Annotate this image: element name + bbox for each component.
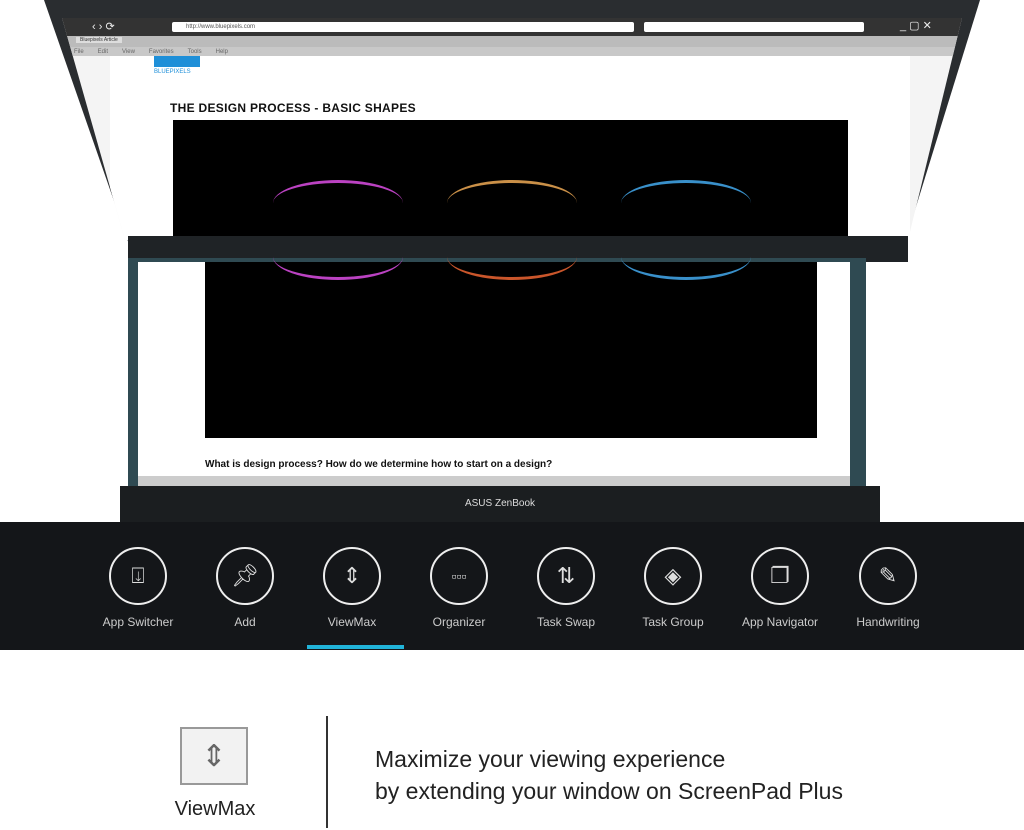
article-image-extended (205, 262, 817, 438)
task-swap-icon: ⇅ (537, 547, 595, 605)
bubble-orange-lower (447, 234, 577, 280)
tab-bar: Bluepixels Article (62, 36, 962, 47)
scroll-bar[interactable] (138, 476, 850, 486)
feature-add[interactable]: 📌︎ Add (190, 547, 300, 629)
screenpad-plus: What is design process? How do we determ… (128, 258, 866, 490)
feature-bar: ⍗ App Switcher 📌︎ Add ⇕ ViewMax ▫▫▫ Organize… (0, 522, 1024, 650)
pin-icon: 📌︎ (216, 547, 274, 605)
bubble-blue-lower (621, 234, 751, 280)
laptop-base: ASUS ZenBook (120, 486, 880, 526)
url-input[interactable]: http://www.bluepixels.com (172, 22, 634, 32)
menu-help[interactable]: Help (216, 49, 228, 55)
viewmax-large-icon: ⇕ (180, 727, 248, 785)
bubble-blue (621, 180, 751, 226)
search-input[interactable] (644, 22, 864, 32)
main-screen: ‹ › ⟳ http://www.bluepixels.com _ ▢ ✕ Bl… (62, 18, 962, 240)
article-question: What is design process? How do we determ… (205, 459, 553, 470)
detail-label: ViewMax (174, 798, 256, 820)
bubble-pink (273, 180, 403, 226)
bubble-pink-lower (273, 234, 403, 280)
menu-tools[interactable]: Tools (188, 49, 202, 55)
feature-task-group[interactable]: ◈ Task Group (618, 547, 728, 629)
task-group-icon: ◈ (644, 547, 702, 605)
menu-view[interactable]: View (122, 49, 135, 55)
handwriting-icon: ✎ (859, 547, 917, 605)
organizer-icon: ▫▫▫ (430, 547, 488, 605)
feature-app-switcher[interactable]: ⍗ App Switcher (83, 547, 193, 629)
divider (326, 716, 328, 828)
app-navigator-icon: ❐ (751, 547, 809, 605)
description-line-1: Maximize your viewing experience (375, 746, 726, 772)
brand-label: ASUS ZenBook (464, 498, 536, 509)
menu-edit[interactable]: Edit (98, 49, 108, 55)
back-forward-refresh-icons[interactable]: ‹ › ⟳ (92, 20, 115, 33)
menu-file[interactable]: File (74, 49, 84, 55)
menu-favorites[interactable]: Favorites (149, 49, 174, 55)
feature-task-swap[interactable]: ⇅ Task Swap (511, 547, 621, 629)
article-image (173, 120, 848, 240)
feature-app-navigator[interactable]: ❐ App Navigator (725, 547, 835, 629)
window-controls-icons[interactable]: _ ▢ ✕ (900, 19, 932, 32)
feature-viewmax[interactable]: ⇕ ViewMax (297, 547, 407, 629)
article-title: THE DESIGN PROCESS - BASIC SHAPES (170, 101, 416, 115)
feature-handwriting[interactable]: ✎ Handwriting (833, 547, 943, 629)
detail-description: Maximize your viewing experience by exte… (375, 743, 843, 807)
feature-organizer[interactable]: ▫▫▫ Organizer (404, 547, 514, 629)
browser-toolbar: ‹ › ⟳ http://www.bluepixels.com _ ▢ ✕ (62, 18, 962, 36)
app-switcher-icon: ⍗ (109, 547, 167, 605)
selected-indicator (307, 645, 404, 649)
menu-bar: File Edit View Favorites Tools Help (62, 47, 962, 56)
logo-text: BLUEPIXELS (154, 69, 191, 75)
description-line-2: by extending your window on ScreenPad Pl… (375, 778, 843, 804)
screenpad-content: What is design process? How do we determ… (138, 262, 850, 486)
browser-tab[interactable]: Bluepixels Article (76, 37, 122, 43)
bubble-orange (447, 180, 577, 226)
viewmax-icon: ⇕ (323, 547, 381, 605)
